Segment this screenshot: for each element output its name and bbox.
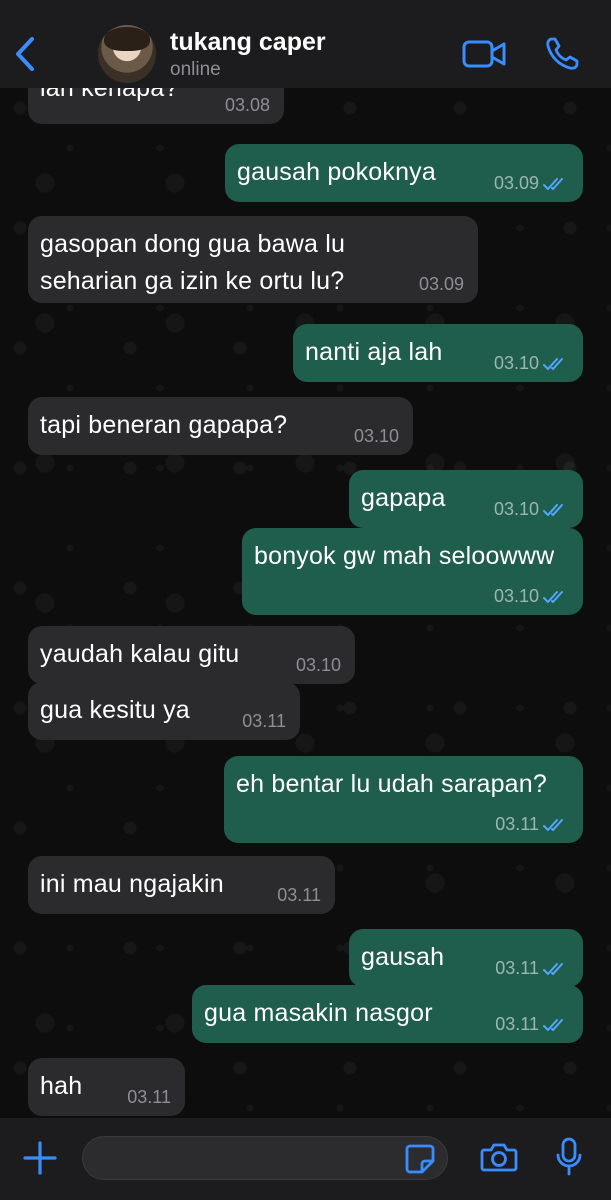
- message-meta: 03.10: [296, 655, 341, 676]
- camera-icon[interactable]: [480, 1141, 518, 1173]
- message-timestamp: 03.11: [242, 711, 286, 731]
- message-timestamp: 03.11: [495, 814, 539, 834]
- incoming-message-bubble[interactable]: ian kenapa? 03.08: [28, 88, 284, 124]
- message-text: tapi beneran gapapa?: [40, 411, 288, 439]
- message-timestamp: 03.08: [224, 95, 270, 115]
- message-meta: 03.11: [495, 958, 569, 979]
- read-receipt-icon: [543, 357, 563, 370]
- incoming-message-bubble[interactable]: hah 03.11: [28, 1058, 185, 1116]
- message-meta: 03.10: [494, 586, 569, 607]
- message-meta: 03.08: [225, 95, 270, 116]
- message-timestamp: 03.10: [493, 353, 539, 373]
- message-timestamp: 03.11: [495, 958, 539, 978]
- message-meta: 03.11: [277, 885, 321, 906]
- message-meta: 03.10: [354, 426, 399, 447]
- outgoing-message-bubble[interactable]: gua masakin nasgor 03.11: [192, 985, 583, 1043]
- message-timestamp: 03.10: [493, 499, 539, 519]
- contact-name[interactable]: tukang caper: [170, 28, 326, 57]
- message-timestamp: 03.10: [295, 655, 341, 675]
- message-timestamp: 03.10: [493, 586, 539, 606]
- message-input[interactable]: [82, 1136, 448, 1180]
- message-meta: 03.09: [419, 274, 464, 295]
- message-meta: 03.11: [242, 711, 286, 732]
- outgoing-message-bubble[interactable]: gapapa 03.10: [349, 470, 583, 528]
- message-timestamp: 03.11: [495, 1014, 539, 1034]
- outgoing-message-bubble[interactable]: nanti aja lah 03.10: [293, 324, 583, 382]
- avatar[interactable]: [98, 25, 156, 83]
- back-chevron-icon[interactable]: [12, 36, 40, 72]
- message-meta: 03.10: [494, 499, 569, 520]
- incoming-message-bubble[interactable]: gasopan dong gua bawa lu seharian ga izin…: [28, 216, 478, 303]
- microphone-icon[interactable]: [556, 1137, 582, 1177]
- outgoing-message-bubble[interactable]: gausah pokoknya 03.09: [225, 144, 583, 202]
- plus-icon[interactable]: [22, 1140, 58, 1176]
- incoming-message-bubble[interactable]: gua kesitu ya 03.11: [28, 682, 300, 740]
- message-text: eh bentar lu udah sarapan?: [236, 770, 547, 798]
- message-meta: 03.11: [495, 814, 569, 835]
- message-text: bonyok gw mah seloowww: [254, 542, 555, 570]
- phone-icon[interactable]: [544, 36, 580, 72]
- message-timestamp: 03.09: [493, 173, 539, 193]
- message-meta: 03.11: [127, 1087, 171, 1108]
- outgoing-message-bubble[interactable]: eh bentar lu udah sarapan? 03.11: [224, 756, 583, 843]
- read-receipt-icon: [543, 1018, 563, 1031]
- incoming-message-bubble[interactable]: tapi beneran gapapa? 03.10: [28, 397, 413, 455]
- read-receipt-icon: [543, 177, 563, 190]
- video-camera-icon[interactable]: [462, 38, 506, 70]
- incoming-message-bubble[interactable]: yaudah kalau gitu 03.10: [28, 626, 355, 684]
- contact-status: online: [170, 59, 221, 80]
- message-timestamp: 03.11: [277, 885, 321, 905]
- message-meta: 03.09: [494, 173, 569, 194]
- outgoing-message-bubble[interactable]: bonyok gw mah seloowww 03.10: [242, 528, 583, 615]
- message-meta: 03.11: [495, 1014, 569, 1035]
- message-text: seharian ga izin ke ortu lu?: [40, 267, 345, 295]
- outgoing-message-bubble[interactable]: gausah 03.11: [349, 929, 583, 987]
- sticker-icon[interactable]: [404, 1143, 436, 1175]
- message-timestamp: 03.10: [353, 426, 399, 446]
- incoming-message-bubble[interactable]: ini mau ngajakin 03.11: [28, 856, 335, 914]
- message-timestamp: 03.09: [418, 274, 464, 294]
- read-receipt-icon: [543, 818, 563, 831]
- message-text: gasopan dong gua bawa lu: [40, 230, 346, 258]
- read-receipt-icon: [543, 962, 563, 975]
- chat-header: tukang caper online: [0, 0, 611, 88]
- message-meta: 03.10: [494, 353, 569, 374]
- message-list[interactable]: ian kenapa? 03.08 gausah pokoknya 03.09 gaso…: [0, 88, 611, 1118]
- read-receipt-icon: [543, 590, 563, 603]
- read-receipt-icon: [543, 503, 563, 516]
- message-timestamp: 03.11: [127, 1087, 171, 1107]
